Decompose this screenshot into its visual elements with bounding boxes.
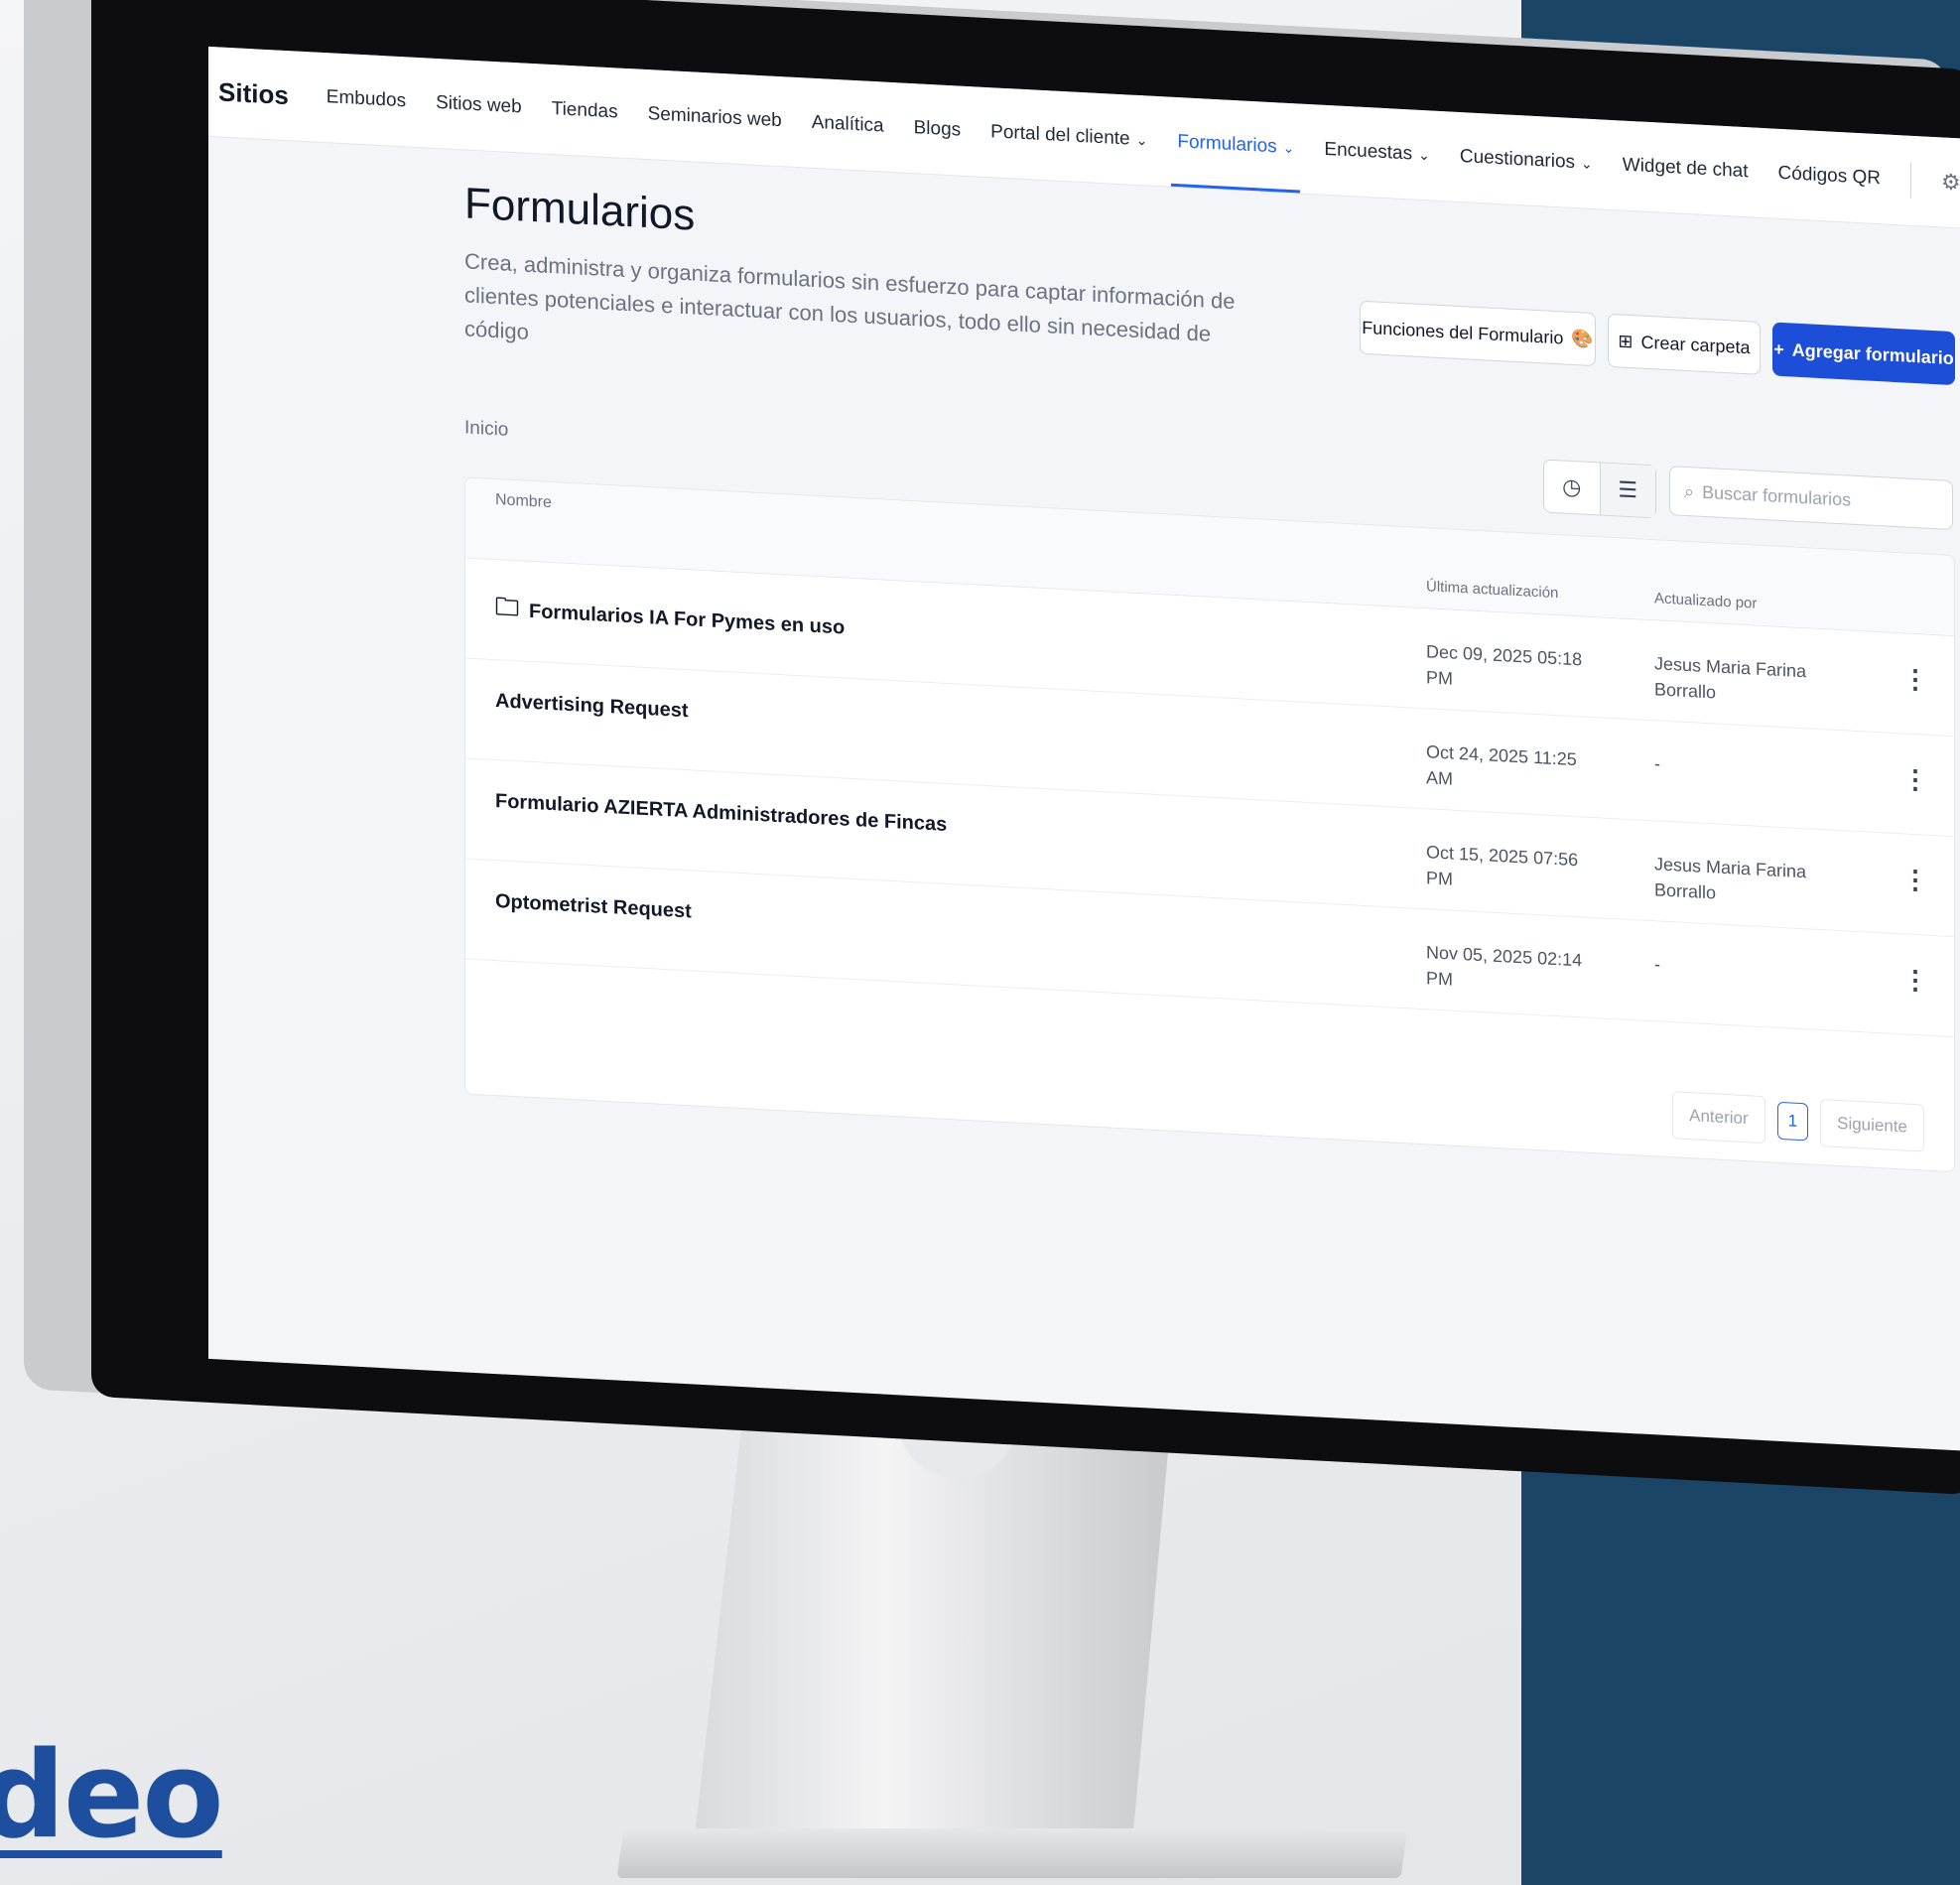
monitor-stand-neck xyxy=(695,1419,1171,1836)
create-folder-button[interactable]: ⊞ Crear carpeta xyxy=(1608,313,1761,375)
page-number-button[interactable]: 1 xyxy=(1776,1101,1809,1142)
nav-item-label: Portal del cliente xyxy=(990,121,1130,150)
prev-page-button[interactable]: Anterior xyxy=(1672,1091,1765,1144)
nav-item-label: Seminarios web xyxy=(647,103,782,132)
nav-item-1[interactable]: Sitios web xyxy=(436,59,522,153)
breadcrumb[interactable]: Inicio xyxy=(464,417,508,441)
nav-item-label: Encuestas xyxy=(1324,138,1413,165)
row-updated-cell: Dec 09, 2025 05:18 PM xyxy=(1426,638,1605,699)
more-vertical-icon[interactable]: ⋮ xyxy=(1902,763,1928,795)
nav-separator xyxy=(1910,162,1912,199)
nav-item-10[interactable]: Widget de chat xyxy=(1623,121,1749,217)
nav-item-label: Códigos QR xyxy=(1777,162,1882,190)
palette-icon: 🎨 xyxy=(1571,328,1594,349)
row-updated-by-cell: Jesus Maria Farina Borrallo xyxy=(1654,650,1823,711)
nav-item-8[interactable]: Encuestas ⌄ xyxy=(1324,105,1429,201)
row-name-cell[interactable]: Optometrist Request xyxy=(495,890,692,923)
create-folder-label: Crear carpeta xyxy=(1640,332,1751,357)
row-updated-by-text: - xyxy=(1654,954,1660,975)
row-updated-by-cell: - xyxy=(1654,951,1823,986)
clock-icon[interactable]: ◷ xyxy=(1544,460,1600,514)
row-updated-cell: Oct 24, 2025 11:25 AM xyxy=(1426,739,1605,799)
list-icon[interactable]: ☰ xyxy=(1599,463,1655,518)
chevron-down-icon: ⌄ xyxy=(1282,139,1295,156)
nav-item-label: Widget de chat xyxy=(1622,154,1749,183)
row-name: Advertising Request xyxy=(495,690,689,723)
row-updated-cell: Nov 05, 2025 02:14 PM xyxy=(1426,939,1605,1000)
view-toggle-group: ◷ ☰ xyxy=(1543,459,1656,519)
pagination: Anterior 1 Siguiente xyxy=(1672,1091,1924,1152)
column-name[interactable]: Nombre xyxy=(495,491,552,512)
nav-item-3[interactable]: Seminarios web xyxy=(648,69,782,166)
search-placeholder: Buscar formularios xyxy=(1702,481,1852,510)
row-name: Formularios IA For Pymes en uso xyxy=(529,600,846,639)
nav-item-7[interactable]: Formularios ⌄ xyxy=(1177,97,1294,193)
more-vertical-icon[interactable]: ⋮ xyxy=(1902,864,1928,895)
row-updated-by-cell: Jesus Maria Farina Borrallo xyxy=(1654,851,1823,911)
page-description: Crea, administra y organiza formularios … xyxy=(464,248,1236,346)
chevron-down-icon: ⌄ xyxy=(1581,154,1593,172)
row-name: Formulario AZIERTA Administradores de Fi… xyxy=(495,790,948,836)
row-updated-cell: Oct 15, 2025 07:56 PM xyxy=(1426,839,1605,899)
search-icon: ⌕ xyxy=(1684,480,1695,501)
nav-item-4[interactable]: Analítica xyxy=(812,78,884,172)
row-name-cell[interactable]: Formulario AZIERTA Administradores de Fi… xyxy=(495,790,947,837)
page-title: Formularios xyxy=(464,179,696,240)
nav-brand[interactable]: Sitios xyxy=(218,76,289,111)
plus-icon: + xyxy=(1773,338,1784,359)
nav-item-2[interactable]: Tiendas xyxy=(552,65,618,158)
row-updated-by-text: - xyxy=(1654,753,1660,774)
form-features-label: Funciones del Formulario xyxy=(1362,317,1564,347)
row-name-cell[interactable]: 🗀 Formularios IA For Pymes en uso xyxy=(495,590,845,648)
monitor: Sitios Embudos Sitios web Tiendas Seminario… xyxy=(24,0,1960,1496)
nav-item-5[interactable]: Blogs xyxy=(914,83,962,175)
monitor-bezel: Sitios Embudos Sitios web Tiendas Seminario… xyxy=(91,0,1960,1496)
add-form-label: Agregar formulario xyxy=(1791,339,1954,368)
monitor-stand-base xyxy=(616,1828,1408,1878)
nav-item-6[interactable]: Portal del cliente ⌄ xyxy=(990,87,1147,185)
column-updated-by[interactable]: Actualizado por xyxy=(1654,590,1757,611)
nav-item-0[interactable]: Embudos xyxy=(327,53,406,146)
screen: Sitios Embudos Sitios web Tiendas Seminario… xyxy=(208,46,1960,1453)
next-page-button[interactable]: Siguiente xyxy=(1820,1099,1924,1152)
gear-icon[interactable]: ⚙ xyxy=(1941,169,1960,196)
column-updated[interactable]: Última actualización xyxy=(1426,578,1558,602)
nav-item-9[interactable]: Cuestionarios ⌄ xyxy=(1460,112,1593,208)
search-input[interactable]: ⌕ Buscar formularios xyxy=(1669,466,1953,531)
nav-item-label: Cuestionarios xyxy=(1459,145,1576,174)
nav-item-label: Sitios web xyxy=(436,91,522,118)
folder-icon: 🗀 xyxy=(495,594,519,622)
nav-item-11[interactable]: Códigos QR xyxy=(1778,129,1882,223)
row-updated-by-cell: - xyxy=(1654,750,1823,785)
add-form-button[interactable]: + Agregar formulario xyxy=(1772,322,1955,386)
form-features-button[interactable]: Funciones del Formulario 🎨 xyxy=(1360,300,1596,367)
brand-watermark: deo xyxy=(0,1727,224,1865)
nav-item-label: Analítica xyxy=(811,111,884,137)
chevron-down-icon: ⌄ xyxy=(1135,131,1148,149)
chevron-down-icon: ⌄ xyxy=(1418,146,1430,163)
more-vertical-icon[interactable]: ⋮ xyxy=(1902,663,1928,695)
row-name: Optometrist Request xyxy=(495,890,692,923)
nav-item-label: Blogs xyxy=(913,117,962,141)
folder-plus-icon: ⊞ xyxy=(1618,330,1633,351)
more-vertical-icon[interactable]: ⋮ xyxy=(1902,964,1928,996)
nav-item-label: Formularios xyxy=(1177,131,1277,158)
row-name-cell[interactable]: Advertising Request xyxy=(495,690,688,723)
nav-item-label: Tiendas xyxy=(551,98,618,123)
forms-table: Nombre Última actualización Actualizado … xyxy=(464,476,1955,1173)
nav-item-label: Embudos xyxy=(326,86,407,112)
